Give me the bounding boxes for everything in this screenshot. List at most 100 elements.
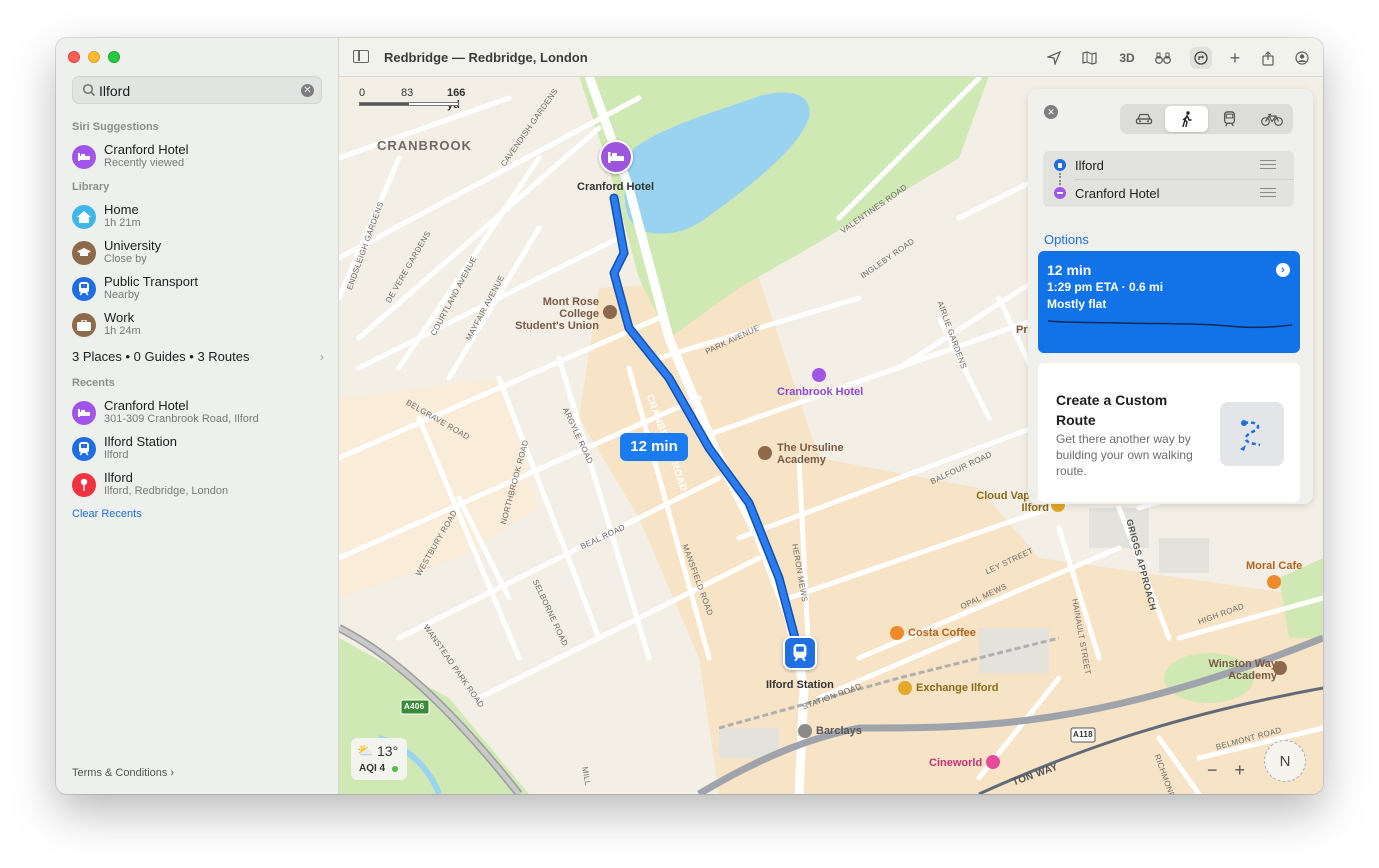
list-item-title: University — [104, 238, 162, 253]
list-item-title: Public Transport — [104, 274, 198, 289]
bed-icon — [72, 145, 96, 169]
toolbar: Redbridge — Redbridge, London 3D + — [339, 38, 1323, 77]
route-destination-label: Cranford Hotel — [1075, 186, 1160, 201]
train-icon — [1054, 159, 1066, 171]
library-item-work[interactable]: Work 1h 24m — [72, 310, 326, 346]
poi-label[interactable]: Cineworld — [929, 757, 982, 769]
clear-recents-link[interactable]: Clear Recents — [72, 508, 142, 520]
reorder-handle-icon[interactable] — [1260, 160, 1276, 169]
route-eta-distance: 1:29 pm ETA · 0.6 mi — [1047, 280, 1164, 294]
options-link[interactable]: Options — [1044, 232, 1089, 247]
poi-label[interactable]: Cranbrook Hotel — [777, 386, 863, 398]
route-elevation: Mostly flat — [1047, 297, 1107, 311]
poi-label[interactable]: Mont Rose College Student's Union — [515, 296, 599, 332]
custom-route-card[interactable]: Create a Custom Route Get there another … — [1038, 363, 1300, 502]
list-item-subtitle: 1h 24m — [104, 325, 141, 337]
shop-icon[interactable] — [898, 681, 912, 695]
graduation-cap-icon — [72, 241, 96, 265]
poi-label[interactable]: The Ursuline Academy — [777, 442, 857, 466]
list-item-subtitle: 301-309 Cranbrook Road, Ilford — [104, 413, 259, 425]
list-item-title: Cranford Hotel — [104, 398, 189, 413]
recent-item-ilford[interactable]: Ilford Ilford, Redbridge, London — [72, 470, 326, 506]
train-icon — [72, 437, 96, 461]
scale-label: 0 — [359, 87, 366, 99]
3d-button[interactable]: 3D — [1113, 47, 1141, 69]
graduation-cap-icon[interactable] — [758, 446, 772, 460]
library-summary-text: 3 Places • 0 Guides • 3 Routes — [72, 349, 250, 364]
terms-link[interactable]: Terms & Conditions › — [72, 767, 174, 779]
train-icon[interactable] — [1208, 106, 1251, 132]
poi-label[interactable]: Winston Way Academy — [1197, 658, 1277, 682]
account-icon[interactable] — [1291, 47, 1313, 69]
transport-mode-selector — [1120, 104, 1293, 134]
weather-widget[interactable]: ⛅ 13° AQI 4 — [351, 738, 407, 780]
search-input[interactable] — [99, 81, 299, 100]
recent-item-ilford-station[interactable]: Ilford Station Ilford — [72, 434, 326, 470]
siri-suggestion-item[interactable]: Cranford Hotel Recently viewed — [72, 142, 326, 178]
terms-label: Terms & Conditions — [72, 767, 168, 779]
sidebar-toggle-icon[interactable] — [353, 50, 369, 63]
route-stop-origin[interactable]: Ilford — [1043, 151, 1294, 179]
route-origin-label: Ilford — [1075, 158, 1104, 173]
bed-icon — [1054, 187, 1066, 199]
car-icon[interactable] — [1122, 106, 1165, 132]
location-icon[interactable] — [1043, 47, 1065, 69]
list-item-subtitle: Ilford, Redbridge, London — [104, 485, 229, 497]
poi-label[interactable]: Barclays — [816, 725, 862, 737]
close-window-button[interactable] — [68, 51, 80, 63]
bicycle-icon[interactable] — [1250, 106, 1293, 132]
road-badge-a118: A118 — [1073, 730, 1093, 739]
directions-icon[interactable] — [1190, 47, 1212, 69]
route-eta-bubble[interactable]: 12 min — [620, 433, 688, 461]
route-stop-destination[interactable]: Cranford Hotel — [1043, 179, 1294, 207]
search-field[interactable]: ✕ — [72, 76, 322, 104]
poi-label[interactable]: Costa Coffee — [908, 627, 976, 639]
destination-pin[interactable] — [599, 140, 633, 174]
cafe-icon[interactable] — [1267, 575, 1281, 589]
list-item-title: Ilford — [104, 470, 133, 485]
compass-button[interactable]: N — [1264, 740, 1306, 782]
cafe-icon[interactable] — [890, 626, 904, 640]
briefcase-icon — [72, 313, 96, 337]
binoculars-icon[interactable] — [1152, 47, 1174, 69]
library-item-public-transport[interactable]: Public Transport Nearby — [72, 274, 326, 310]
graduation-cap-icon[interactable] — [603, 305, 617, 319]
library-heading: Library — [72, 181, 110, 193]
clear-search-icon[interactable]: ✕ — [301, 84, 314, 97]
reorder-handle-icon[interactable] — [1260, 188, 1276, 197]
train-icon — [72, 277, 96, 301]
poi-label[interactable]: Exchange Ilford — [916, 682, 999, 694]
close-directions-icon[interactable]: ✕ — [1044, 105, 1058, 119]
recent-item-cranford-hotel[interactable]: Cranford Hotel 301-309 Cranbrook Road, I… — [72, 398, 326, 434]
walk-icon[interactable] — [1165, 106, 1208, 132]
zoom-out-button[interactable]: − — [1207, 760, 1218, 780]
chevron-right-icon[interactable]: › — [1276, 263, 1290, 277]
library-summary[interactable]: 3 Places • 0 Guides • 3 Routes › — [72, 349, 324, 364]
library-item-home[interactable]: Home 1h 21m — [72, 202, 326, 238]
map-mode-icon[interactable] — [1078, 47, 1100, 69]
list-item-subtitle: Nearby — [104, 289, 140, 301]
map-view[interactable]: CRANBROOK CRANBROOK ROAD CAVENDISH GARDE… — [339, 38, 1323, 794]
minimize-window-button[interactable] — [88, 51, 100, 63]
aqi-indicator — [392, 766, 398, 772]
graduation-cap-icon[interactable] — [1273, 661, 1287, 675]
library-item-university[interactable]: University Close by — [72, 238, 326, 274]
poi-label[interactable]: Cranford Hotel — [577, 181, 654, 193]
poi-label[interactable]: Ilford Station — [766, 679, 834, 691]
cinema-icon[interactable] — [986, 755, 1000, 769]
chevron-right-icon: › — [319, 349, 324, 364]
bank-icon[interactable] — [798, 724, 812, 738]
map-scale: 0 83 166 yd — [359, 87, 465, 111]
cloud-sun-icon: ⛅ — [357, 743, 374, 758]
weather-aqi: AQI 4 — [359, 763, 386, 774]
route-option-card[interactable]: 12 min 1:29 pm ETA · 0.6 mi Mostly flat … — [1038, 251, 1300, 353]
search-icon — [82, 83, 96, 97]
add-icon[interactable]: + — [1224, 47, 1246, 69]
zoom-window-button[interactable] — [108, 51, 120, 63]
share-icon[interactable] — [1257, 47, 1279, 69]
bed-icon[interactable] — [812, 368, 826, 382]
origin-station-pin[interactable] — [783, 636, 817, 670]
zoom-in-button[interactable]: + — [1235, 760, 1246, 780]
poi-label[interactable]: Moral Cafe — [1246, 560, 1302, 572]
weather-temperature: 13° — [377, 743, 399, 759]
